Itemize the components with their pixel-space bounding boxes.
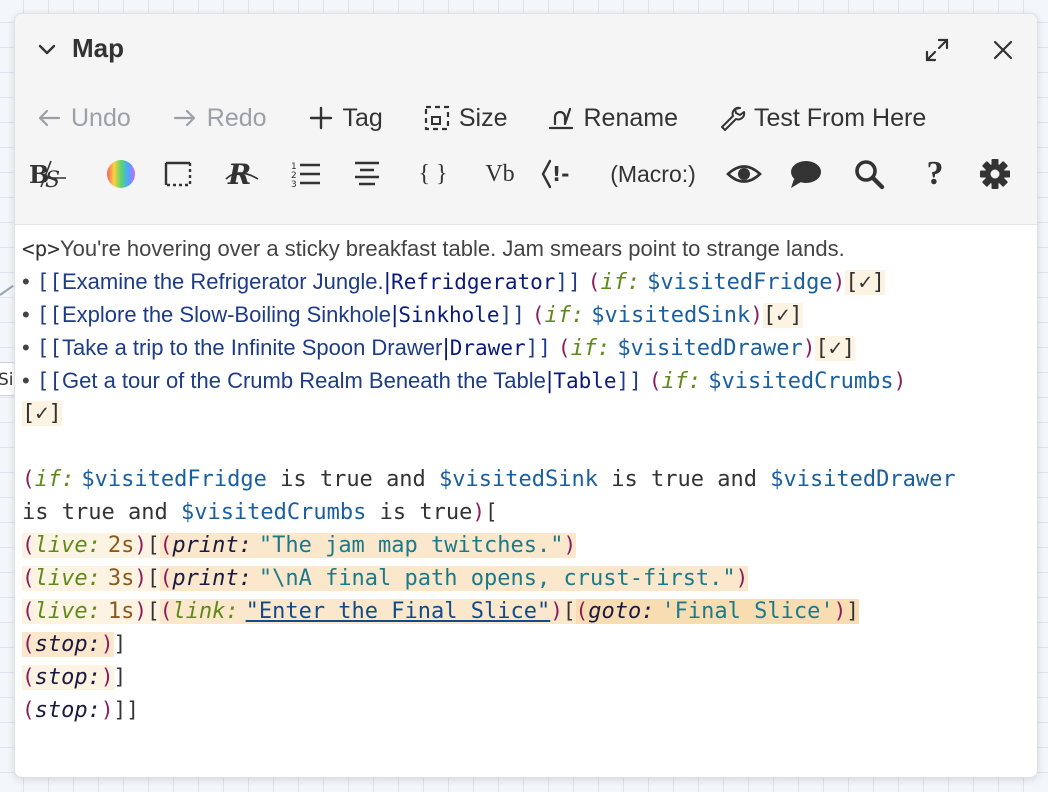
braces-icon: { } [418, 160, 448, 187]
redo-button[interactable]: Redo [171, 98, 267, 138]
close-button[interactable] [987, 34, 1019, 66]
bold-italic-strike-icon: B S [29, 160, 66, 191]
story-map-connector [0, 285, 14, 296]
editor-line: (stop:)] [22, 632, 127, 657]
search-icon [855, 160, 885, 190]
undo-button[interactable]: Undo [35, 98, 131, 138]
editor-line: • [[Get a tour of the Crumb Realm Beneat… [22, 368, 907, 394]
passage-text-editor[interactable]: <p>You're hovering over a sticky breakfa… [22, 232, 1026, 727]
question-icon: ? [926, 155, 944, 192]
border-button[interactable] [162, 157, 194, 191]
rename-icon [549, 107, 574, 130]
editor-line: (if: $visitedFridge is true and $visited… [22, 467, 956, 492]
editor-blank-line [22, 430, 1026, 463]
dialog-title: Map [72, 33, 124, 63]
border-icon [164, 161, 192, 187]
gear-icon [980, 159, 1010, 189]
bold-italic-strike-button[interactable]: B S [28, 157, 68, 191]
editor-line: [✓] [22, 401, 62, 426]
editor-line: <p>You're hovering over a sticky breakfa… [22, 236, 845, 261]
wrench-icon [720, 106, 746, 131]
size-icon [424, 105, 449, 131]
help-button[interactable]: ? [920, 155, 950, 192]
chat-button[interactable] [788, 157, 824, 191]
size-button[interactable]: Size [423, 98, 507, 138]
comment-button[interactable]: !- [540, 157, 582, 191]
vb-icon: Vb [485, 160, 515, 187]
editor-line: • [[Examine the Refrigerator Jungle.|Ref… [22, 269, 885, 295]
align-center-icon [355, 161, 379, 186]
passage-toolbar: Undo Redo Tag Size Rename Test From Here [15, 86, 1037, 150]
macro-button[interactable]: (Macro:) [606, 157, 700, 191]
numbered-list-icon: 1 2 3 [291, 162, 320, 190]
tag-button[interactable]: Tag [307, 98, 383, 138]
speech-bubble-icon [791, 161, 821, 188]
test-from-here-button[interactable]: Test From Here [718, 98, 926, 138]
editor-line: • [[Take a trip to the Infinite Spoon Dr… [22, 335, 856, 361]
close-icon [993, 40, 1013, 60]
list-button[interactable]: 1 2 3 [290, 157, 322, 191]
variable-button[interactable]: Vb [480, 157, 520, 191]
editor-line: (live: 3s)[(print: "\nA final path opens… [22, 566, 749, 591]
font-icon: R [225, 158, 259, 191]
editor-line: (stop:)]] [22, 698, 139, 723]
editor-line: • [[Explore the Slow-Boiling Sinkhole|Si… [22, 302, 803, 328]
editor-line: is true and $visitedCrumbs is true)[ [22, 500, 498, 525]
editor-line: (live: 1s)[(link: "Enter the Final Slice… [22, 599, 859, 624]
expand-icon [925, 38, 949, 62]
preview-button[interactable] [726, 157, 762, 191]
svg-text:3: 3 [291, 180, 297, 190]
plus-icon [309, 106, 332, 130]
align-button[interactable] [352, 157, 382, 191]
font-button[interactable]: R [224, 157, 262, 191]
dialog-titlebar: Map [15, 14, 1037, 86]
editor-line: (live: 2s)[(print: "The jam map twitches… [22, 533, 577, 558]
color-button[interactable] [104, 157, 138, 191]
color-wheel-icon [107, 160, 135, 188]
svg-text:!-: !- [552, 162, 569, 186]
undo-icon [38, 109, 61, 127]
editor-line: (stop:)] [22, 665, 127, 690]
settings-button[interactable] [978, 157, 1012, 191]
code-braces-button[interactable]: { } [416, 157, 450, 191]
html-comment-icon: !- [541, 159, 569, 189]
chevron-down-icon[interactable] [37, 40, 57, 60]
find-button[interactable] [852, 157, 886, 191]
redo-icon [173, 109, 195, 127]
rename-button[interactable]: Rename [547, 98, 678, 138]
eye-icon [726, 165, 762, 183]
maximize-button[interactable] [921, 34, 953, 66]
